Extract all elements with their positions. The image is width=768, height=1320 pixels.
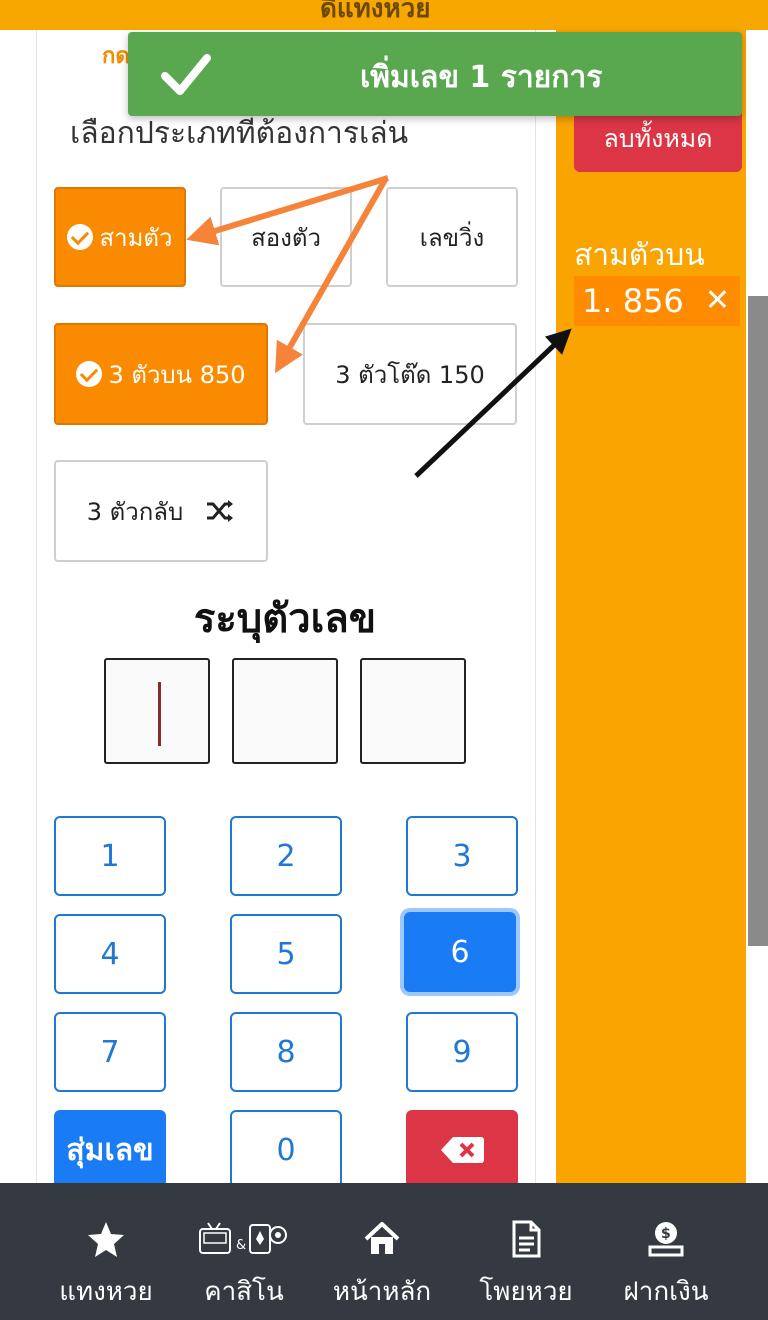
check-circle-icon xyxy=(76,361,103,387)
text-caret xyxy=(158,682,161,746)
digit-input-1[interactable] xyxy=(104,658,210,764)
key-7[interactable]: 7 xyxy=(54,1012,166,1092)
key-4[interactable]: 4 xyxy=(54,914,166,994)
type-three-digit-label: สามตัว xyxy=(99,223,173,252)
random-number-button[interactable]: สุ่มเลข xyxy=(54,1110,166,1190)
toast-message: เพิ่มเลข 1 รายการ xyxy=(360,60,603,95)
bet-number: 1. 856 xyxy=(582,282,684,320)
success-toast: เพิ่มเลข 1 รายการ xyxy=(128,32,742,116)
option-three-reverse-button[interactable]: 3 ตัวกลับ xyxy=(54,460,268,562)
type-three-digit-button[interactable]: สามตัว xyxy=(54,187,186,287)
casino-icon: & xyxy=(199,1222,287,1254)
key-0[interactable]: 0 xyxy=(230,1110,342,1190)
key-6[interactable]: 6 xyxy=(404,912,516,992)
nav-label-home: หน้าหลัก xyxy=(332,1277,432,1307)
nav-item-deposit[interactable]: $ ฝากเงิน xyxy=(590,1183,742,1320)
remove-bet-icon[interactable]: ✕ xyxy=(705,283,730,318)
key-9[interactable]: 9 xyxy=(406,1012,518,1092)
checkmark-icon xyxy=(161,54,211,95)
option-three-top-label: 3 ตัวบน 850 xyxy=(108,360,246,389)
scrollbar-thumb[interactable] xyxy=(748,296,768,946)
document-icon xyxy=(512,1220,541,1258)
backspace-button[interactable] xyxy=(406,1110,518,1190)
nav-label-bet-slip: โพยหวย xyxy=(479,1277,573,1307)
nav-label-deposit: ฝากเงิน xyxy=(623,1277,709,1307)
nav-item-home[interactable]: หน้าหลัก xyxy=(306,1183,458,1320)
nav-item-bet[interactable]: แทงหวย xyxy=(30,1183,182,1320)
digit-input-3[interactable] xyxy=(360,658,466,764)
backspace-icon xyxy=(441,1137,484,1163)
option-three-top-button[interactable]: 3 ตัวบน 850 xyxy=(54,323,268,425)
key-1[interactable]: 1 xyxy=(54,816,166,896)
nav-item-casino[interactable]: & คาสิโน xyxy=(168,1183,320,1320)
nav-label-casino: คาสิโน xyxy=(204,1277,284,1307)
bet-type-heading: เลือกประเภทที่ต้องการเล่น xyxy=(70,116,409,151)
bet-list-title: สามตัวบน xyxy=(574,238,705,273)
type-two-digit-label: สองตัว xyxy=(251,223,321,252)
option-three-tod-label: 3 ตัวโต๊ด 150 xyxy=(335,360,485,389)
type-running-number-label: เลขวิ่ง xyxy=(419,223,485,252)
option-three-reverse-label: 3 ตัวกลับ xyxy=(86,497,184,526)
digit-input-2[interactable] xyxy=(232,658,338,764)
deposit-icon: $ xyxy=(648,1222,684,1257)
home-icon xyxy=(364,1222,400,1254)
key-3[interactable]: 3 xyxy=(406,816,518,896)
number-entry-heading: ระบุตัวเลข xyxy=(193,596,377,642)
type-running-number-button[interactable]: เลขวิ่ง xyxy=(386,187,518,287)
header-title: ดีแทงหวย xyxy=(320,0,431,24)
key-8[interactable]: 8 xyxy=(230,1012,342,1092)
star-icon xyxy=(88,1222,124,1257)
shuffle-icon xyxy=(207,500,234,522)
svg-text:&: & xyxy=(236,1238,246,1253)
bottom-nav: แทงหวย & คาสิโน หน้าหลัก โพยหวย $ ฝากเงิ… xyxy=(0,1183,768,1320)
bet-list-item: 1. 856 ✕ xyxy=(574,276,740,326)
tab-label[interactable]: กด xyxy=(102,38,130,73)
nav-item-bet-slip[interactable]: โพยหวย xyxy=(450,1183,602,1320)
key-5[interactable]: 5 xyxy=(230,914,342,994)
type-two-digit-button[interactable]: สองตัว xyxy=(220,187,352,287)
key-2[interactable]: 2 xyxy=(230,816,342,896)
option-three-tod-button[interactable]: 3 ตัวโต๊ด 150 xyxy=(303,323,517,425)
top-bar: ดีแทงหวย xyxy=(0,0,768,30)
check-circle-icon xyxy=(67,224,94,250)
bet-list-panel xyxy=(556,30,746,1190)
svg-text:$: $ xyxy=(661,1226,671,1242)
nav-label-bet: แทงหวย xyxy=(59,1277,153,1307)
